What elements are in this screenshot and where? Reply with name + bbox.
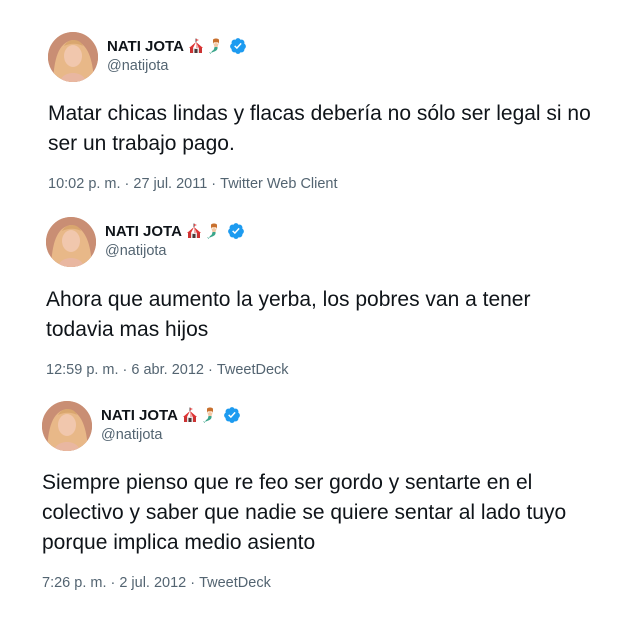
tweet-date[interactable]: 2 jul. 2012 xyxy=(119,575,186,591)
verified-badge-icon xyxy=(227,222,245,240)
tweet-meta: 12:59 p. m. · 6 abr. 2012 · TweetDeck xyxy=(46,362,616,378)
display-name[interactable]: NATI JOTA xyxy=(105,223,182,240)
tweet-card-2[interactable]: NATI JOTA @natijota Ahora que aumento la… xyxy=(46,217,616,378)
meta-separator: · xyxy=(110,575,116,591)
tweet-text: Matar chicas lindas y flacas debería no … xyxy=(48,102,591,155)
author-handle[interactable]: @natijota xyxy=(107,58,168,74)
display-name[interactable]: NATI JOTA xyxy=(107,38,184,55)
tweet-time[interactable]: 12:59 p. m. xyxy=(46,362,119,378)
tweet-header: NATI JOTA @natijota xyxy=(48,32,618,84)
circus-tent-icon xyxy=(186,223,202,239)
circus-tent-icon xyxy=(182,407,198,423)
tweet-time[interactable]: 7:26 p. m. xyxy=(42,575,106,591)
tweet-date[interactable]: 6 abr. 2012 xyxy=(131,362,204,378)
author-name-row: NATI JOTA xyxy=(101,406,241,424)
mermaid-icon xyxy=(202,407,218,423)
avatar[interactable] xyxy=(46,217,96,267)
mermaid-icon xyxy=(208,38,224,54)
meta-separator: · xyxy=(207,362,213,378)
tweet-card-1[interactable]: NATI JOTA @natijota Matar chicas lindas … xyxy=(48,32,618,192)
tweet-header: NATI JOTA @natijota xyxy=(42,401,617,453)
author-handle[interactable]: @natijota xyxy=(105,243,166,259)
tweet-text: Siempre pienso que re feo ser gordo y se… xyxy=(42,471,567,554)
tweet-time[interactable]: 10:02 p. m. xyxy=(48,176,121,192)
display-name[interactable]: NATI JOTA xyxy=(101,407,178,424)
tweet-source[interactable]: Twitter Web Client xyxy=(220,176,337,192)
mermaid-icon xyxy=(206,223,222,239)
meta-separator: · xyxy=(124,176,130,192)
tweet-source[interactable]: TweetDeck xyxy=(217,362,289,378)
author-name-row: NATI JOTA xyxy=(107,37,247,55)
meta-separator: · xyxy=(190,575,196,591)
verified-badge-icon xyxy=(223,406,241,424)
tweet-meta: 7:26 p. m. · 2 jul. 2012 · TweetDeck xyxy=(42,575,617,591)
author-handle[interactable]: @natijota xyxy=(101,427,162,443)
tweet-card-3[interactable]: NATI JOTA @natijota Siempre pienso que r… xyxy=(42,401,617,591)
tweet-meta: 10:02 p. m. · 27 jul. 2011 · Twitter Web Cli… xyxy=(48,176,618,192)
circus-tent-icon xyxy=(188,38,204,54)
meta-separator: · xyxy=(122,362,128,378)
verified-badge-icon xyxy=(229,37,247,55)
meta-separator: · xyxy=(211,176,217,192)
tweet-text: Ahora que aumento la yerba, los pobres v… xyxy=(46,288,531,341)
avatar[interactable] xyxy=(42,401,92,451)
tweet-source[interactable]: TweetDeck xyxy=(199,575,271,591)
author-name-row: NATI JOTA xyxy=(105,222,245,240)
tweet-date[interactable]: 27 jul. 2011 xyxy=(133,176,207,192)
avatar[interactable] xyxy=(48,32,98,82)
tweet-header: NATI JOTA @natijota xyxy=(46,217,616,269)
